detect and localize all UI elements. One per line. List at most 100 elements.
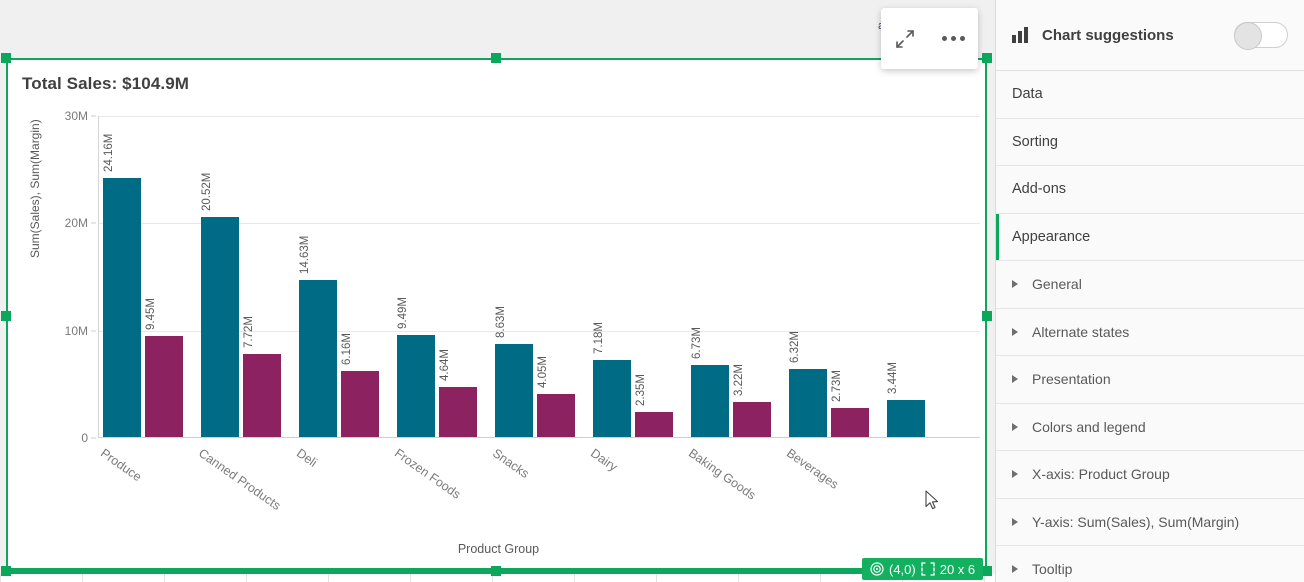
y-tick-label: 10M [65, 324, 88, 338]
sheet-grid-line [328, 574, 329, 582]
bar-value-label: 9.45M [145, 298, 157, 330]
plot-area[interactable]: 24.16M 9.45M 20.52M7.72M14.63M6.16M9.49M4.… [98, 116, 980, 438]
x-axis-labels[interactable]: Produce Canned Products Deli Frozen Foods Sn… [98, 446, 980, 516]
panel-section-tooltip[interactable]: Tooltip [996, 546, 1304, 582]
bar-rect[interactable] [789, 369, 827, 437]
bar-value-label: 7.18M [593, 322, 605, 354]
x-axis-tick-label[interactable]: Beverages [784, 446, 841, 492]
panel-section-alternate-states[interactable]: Alternate states [996, 309, 1304, 357]
chevron-right-icon [1012, 375, 1018, 383]
expand-diagonal-icon[interactable] [888, 22, 922, 56]
bar-group[interactable]: 6.32M2.73M [789, 116, 887, 437]
sheet-canvas: a Total Sales: $104.9M Sum(Sales), Sum(M… [0, 0, 995, 582]
panel-section-y-axis-sum-sales-sum-margin-[interactable]: Y-axis: Sum(Sales), Sum(Margin) [996, 499, 1304, 547]
position-value: (4,0) [889, 562, 916, 577]
bar-rect[interactable] [495, 344, 533, 437]
bar-value-label: 14.63M [299, 236, 311, 274]
selection-handle-middle-left[interactable] [1, 311, 11, 321]
toggle-knob [1234, 22, 1262, 50]
y-tick-mark [91, 116, 96, 117]
panel-item-add-ons[interactable]: Add-ons [996, 166, 1304, 214]
panel-section-x-axis-product-group[interactable]: X-axis: Product Group [996, 451, 1304, 499]
panel-item-data[interactable]: Data [996, 71, 1304, 119]
bar-rect[interactable] [341, 371, 379, 437]
selection-handle-top-center[interactable] [491, 53, 501, 63]
x-axis-tick-label[interactable]: Frozen Foods [392, 446, 463, 502]
sheet-grid-line [656, 574, 657, 582]
x-axis-title: Product Group [8, 542, 987, 556]
selection-handle-top-left[interactable] [1, 53, 11, 63]
sheet-grid-line [410, 574, 411, 582]
x-axis-tick-label[interactable]: Deli [294, 446, 320, 470]
bar-rect[interactable] [299, 280, 337, 437]
selection-handle-middle-right[interactable] [982, 311, 992, 321]
properties-panel: Chart suggestions Data Sorting Add-onsAppe… [995, 0, 1304, 582]
panel-item-sorting[interactable]: Sorting [996, 119, 1304, 167]
bar-rect[interactable] [103, 178, 141, 437]
bar-rect[interactable] [201, 217, 239, 437]
bar-group[interactable]: 14.63M6.16M [299, 116, 397, 437]
sheet-grid-line [164, 574, 165, 582]
bar-rect[interactable] [397, 335, 435, 437]
bar-rect[interactable] [439, 387, 477, 437]
chart-floating-toolbar[interactable] [881, 8, 978, 69]
panel-section-label: Tooltip [1032, 561, 1072, 577]
bar-rect[interactable] [593, 360, 631, 437]
bar-value-label: 4.05M [537, 356, 549, 388]
x-axis-tick-label[interactable]: Canned Products [196, 446, 283, 513]
app-root: a Total Sales: $104.9M Sum(Sales), Sum(M… [0, 0, 1304, 582]
y-tick-label: 20M [65, 216, 88, 230]
selection-handle-bottom-center[interactable] [491, 566, 501, 576]
panel-section-presentation[interactable]: Presentation [996, 356, 1304, 404]
sheet-grid-line [574, 574, 575, 582]
target-position-icon [870, 562, 884, 576]
panel-section-general[interactable]: General [996, 261, 1304, 309]
x-axis-tick-label[interactable]: Baking Goods [686, 446, 758, 503]
selected-chart-object[interactable]: Total Sales: $104.9M Sum(Sales), Sum(Mar… [6, 58, 987, 574]
bar-value-label: 3.22M [733, 364, 745, 396]
x-axis-tick-label[interactable]: Produce [98, 446, 144, 484]
bar-value-label: 8.63M [495, 306, 507, 338]
size-value: 20 x 6 [940, 562, 975, 577]
bar-group[interactable]: 3.44M [887, 116, 985, 437]
panel-item-label: Sorting [1012, 134, 1058, 150]
bar-rect[interactable] [691, 365, 729, 437]
panel-item-appearance[interactable]: Appearance [996, 214, 1304, 262]
bar-rect[interactable] [733, 402, 771, 437]
x-axis-tick-label[interactable]: Snacks [490, 446, 532, 481]
bar-rect[interactable] [635, 412, 673, 437]
panel-section-colors-and-legend[interactable]: Colors and legend [996, 404, 1304, 452]
chevron-right-icon [1012, 518, 1018, 526]
status-badge: (4,0) 20 x 6 [862, 558, 983, 580]
chevron-right-icon [1012, 328, 1018, 336]
panel-section-label: General [1032, 276, 1082, 292]
bar-group[interactable]: 20.52M7.72M [201, 116, 299, 437]
x-axis-tick-label[interactable]: Dairy [588, 446, 620, 474]
panel-section-label: Colors and legend [1032, 419, 1146, 435]
bar-value-label: 24.16M [103, 133, 115, 171]
bar-group[interactable]: 24.16M 9.45M [103, 116, 201, 437]
bar-value-label: 2.73M [831, 370, 843, 402]
bar-group[interactable]: 6.73M3.22M [691, 116, 789, 437]
sheet-grid-line [246, 574, 247, 582]
bar-group[interactable]: 9.49M4.64M [397, 116, 495, 437]
bar-rect[interactable] [831, 408, 869, 437]
y-axis-title: Sum(Sales), Sum(Margin) [28, 119, 42, 258]
more-options-icon[interactable] [937, 22, 971, 56]
bar-rect[interactable] [243, 354, 281, 437]
selection-handle-bottom-left[interactable] [1, 566, 11, 576]
bar-rect[interactable] [537, 394, 575, 437]
bar-group[interactable]: 7.18M2.35M [593, 116, 691, 437]
chevron-right-icon [1012, 565, 1018, 573]
bar-rect[interactable] [145, 336, 183, 437]
bar-chart-icon [1012, 27, 1028, 43]
bar-rect[interactable] [887, 400, 925, 437]
selection-handle-top-right[interactable] [982, 53, 992, 63]
y-tick-mark [91, 223, 96, 224]
selection-handle-bottom-right[interactable] [982, 566, 992, 576]
chart-suggestions-header: Chart suggestions [996, 0, 1304, 71]
panel-section-label: Alternate states [1032, 324, 1129, 340]
bar-value-label: 7.72M [243, 316, 255, 348]
chart-suggestions-toggle[interactable] [1234, 22, 1288, 48]
bar-group[interactable]: 8.63M 4.05M [495, 116, 593, 437]
